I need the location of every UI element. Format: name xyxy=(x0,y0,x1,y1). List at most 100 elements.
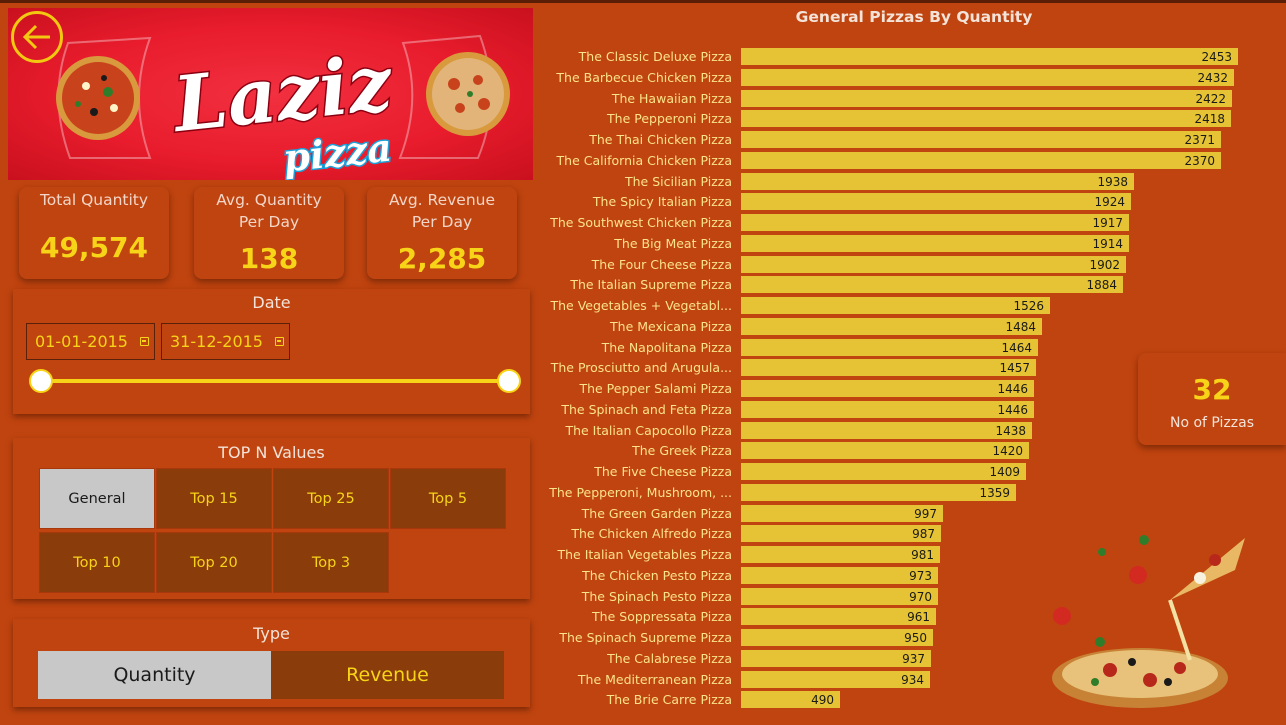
back-button[interactable] xyxy=(11,11,63,63)
bar-value-label: 997 xyxy=(914,507,937,521)
calendar-icon xyxy=(275,337,284,346)
bar-value-label: 950 xyxy=(904,631,927,645)
bar-value-label: 1464 xyxy=(1001,341,1032,355)
bar-value-label: 937 xyxy=(902,652,925,666)
date-range-slider-track[interactable] xyxy=(40,379,510,383)
type-filter-title: Type xyxy=(253,624,290,643)
start-date-input[interactable]: 01-01-2015 xyxy=(26,323,155,360)
bar-value-label: 2422 xyxy=(1195,92,1226,106)
bar-category-label: The California Chicken Pizza xyxy=(556,153,732,168)
bar-value-label: 1917 xyxy=(1092,216,1123,230)
bar-value-label: 1484 xyxy=(1005,320,1036,334)
bar-category-label: The Pepper Salami Pizza xyxy=(579,381,732,396)
topn-option-general[interactable]: General xyxy=(39,468,155,529)
kpi-label: Total Quantity xyxy=(39,191,149,209)
bar-value-label: 934 xyxy=(901,673,924,687)
bar[interactable] xyxy=(741,173,1134,190)
kpi-avg-quantity-per-day: Avg. Quantity Per Day 138 xyxy=(194,187,344,279)
topn-option-label: Top 5 xyxy=(428,490,468,507)
bar-category-label: The Classic Deluxe Pizza xyxy=(578,49,732,64)
bar[interactable] xyxy=(741,152,1221,169)
bar-value-label: 1884 xyxy=(1086,278,1117,292)
bar-value-label: 1409 xyxy=(989,465,1020,479)
bar[interactable] xyxy=(741,110,1231,127)
bar-category-label: The Calabrese Pizza xyxy=(607,651,732,666)
bar-value-label: 1446 xyxy=(997,403,1028,417)
bar-value-label: 1457 xyxy=(999,361,1030,375)
pizza-image-right xyxy=(426,52,510,136)
bar[interactable] xyxy=(741,131,1221,148)
bar-category-label: The Thai Chicken Pizza xyxy=(589,132,732,147)
bar-category-label: The Soppressata Pizza xyxy=(592,609,732,624)
topn-option-label: Top 15 xyxy=(190,490,238,507)
topn-option-label: Top 25 xyxy=(307,490,355,507)
bar-category-label: The Barbecue Chicken Pizza xyxy=(556,70,732,85)
bar[interactable] xyxy=(741,90,1232,107)
bar[interactable] xyxy=(741,193,1131,210)
pizza-count-value: 32 xyxy=(1192,373,1232,406)
type-option-revenue[interactable]: Revenue xyxy=(271,651,504,699)
brand-banner: Laziz pizza xyxy=(8,8,533,180)
bar-value-label: 2370 xyxy=(1184,154,1215,168)
start-date-value: 01-01-2015 xyxy=(35,332,128,351)
bar-category-label: The Sicilian Pizza xyxy=(625,174,732,189)
bar-category-label: The Big Meat Pizza xyxy=(614,236,732,251)
bar-category-label: The Spinach Supreme Pizza xyxy=(559,630,732,645)
topn-option-top10[interactable]: Top 10 xyxy=(39,532,155,593)
bar[interactable] xyxy=(741,256,1126,273)
kpi-value: 138 xyxy=(239,242,299,275)
banner-artwork: Laziz pizza xyxy=(56,34,510,180)
date-range-end-handle[interactable] xyxy=(497,369,521,393)
bar-value-label: 1914 xyxy=(1092,237,1123,251)
topn-option-top5[interactable]: Top 5 xyxy=(390,468,506,529)
bar-category-label: The Five Cheese Pizza xyxy=(594,464,732,479)
bar-value-label: 1526 xyxy=(1013,299,1044,313)
type-option-label: Quantity xyxy=(113,664,196,686)
bar[interactable] xyxy=(741,48,1238,65)
bar-category-label: The Green Garden Pizza xyxy=(581,506,732,521)
bar-value-label: 987 xyxy=(912,527,935,541)
bar-category-label: The Brie Carre Pizza xyxy=(606,692,732,707)
bar-value-label: 2371 xyxy=(1184,133,1215,147)
date-range-start-handle[interactable] xyxy=(29,369,53,393)
bar-category-label: The Chicken Alfredo Pizza xyxy=(571,526,732,541)
bar-category-label: The Mexicana Pizza xyxy=(610,319,732,334)
bar-value-label: 1902 xyxy=(1089,258,1120,272)
topn-option-label: General xyxy=(68,490,126,507)
bar-category-label: The Pepperoni Pizza xyxy=(607,111,732,126)
topn-option-label: Top 10 xyxy=(73,554,121,571)
bar-category-label: The Italian Supreme Pizza xyxy=(570,277,732,292)
bar-value-label: 1359 xyxy=(979,486,1010,500)
bar[interactable] xyxy=(741,214,1129,231)
topn-option-top3[interactable]: Top 3 xyxy=(273,532,389,593)
topn-option-label: Top 3 xyxy=(311,554,351,571)
bar-value-label: 1446 xyxy=(997,382,1028,396)
bar-value-label: 490 xyxy=(811,693,834,707)
bar-value-label: 1924 xyxy=(1094,195,1125,209)
topn-option-top15[interactable]: Top 15 xyxy=(156,468,272,529)
date-filter-title: Date xyxy=(252,293,291,312)
pizza-illustration xyxy=(1052,535,1245,708)
bar-category-label: The Greek Pizza xyxy=(632,443,732,458)
back-arrow-icon xyxy=(22,24,50,50)
kpi-value: 49,574 xyxy=(39,231,149,264)
end-date-value: 31-12-2015 xyxy=(170,332,263,351)
bar-category-label: The Spinach Pesto Pizza xyxy=(581,589,732,604)
topn-option-label: Top 20 xyxy=(190,554,238,571)
bar-category-label: The Napolitana Pizza xyxy=(601,340,732,355)
bar-category-label: The Italian Vegetables Pizza xyxy=(557,547,732,562)
pizza-image-left xyxy=(56,56,140,140)
bar-value-label: 2453 xyxy=(1201,50,1232,64)
bar[interactable] xyxy=(741,69,1234,86)
bar[interactable] xyxy=(741,235,1129,252)
bar-category-label: The Vegetables + Vegetabl... xyxy=(550,298,733,313)
bar-category-label: The Mediterranean Pizza xyxy=(577,672,732,687)
end-date-input[interactable]: 31-12-2015 xyxy=(161,323,290,360)
bar-value-label: 981 xyxy=(911,548,934,562)
bar[interactable] xyxy=(741,276,1123,293)
type-option-quantity[interactable]: Quantity xyxy=(38,651,271,699)
topn-option-top20[interactable]: Top 20 xyxy=(156,532,272,593)
topn-option-top25[interactable]: Top 25 xyxy=(273,468,389,529)
bar-value-label: 1938 xyxy=(1097,175,1128,189)
kpi-total-quantity: Total Quantity 49,574 xyxy=(19,187,169,279)
